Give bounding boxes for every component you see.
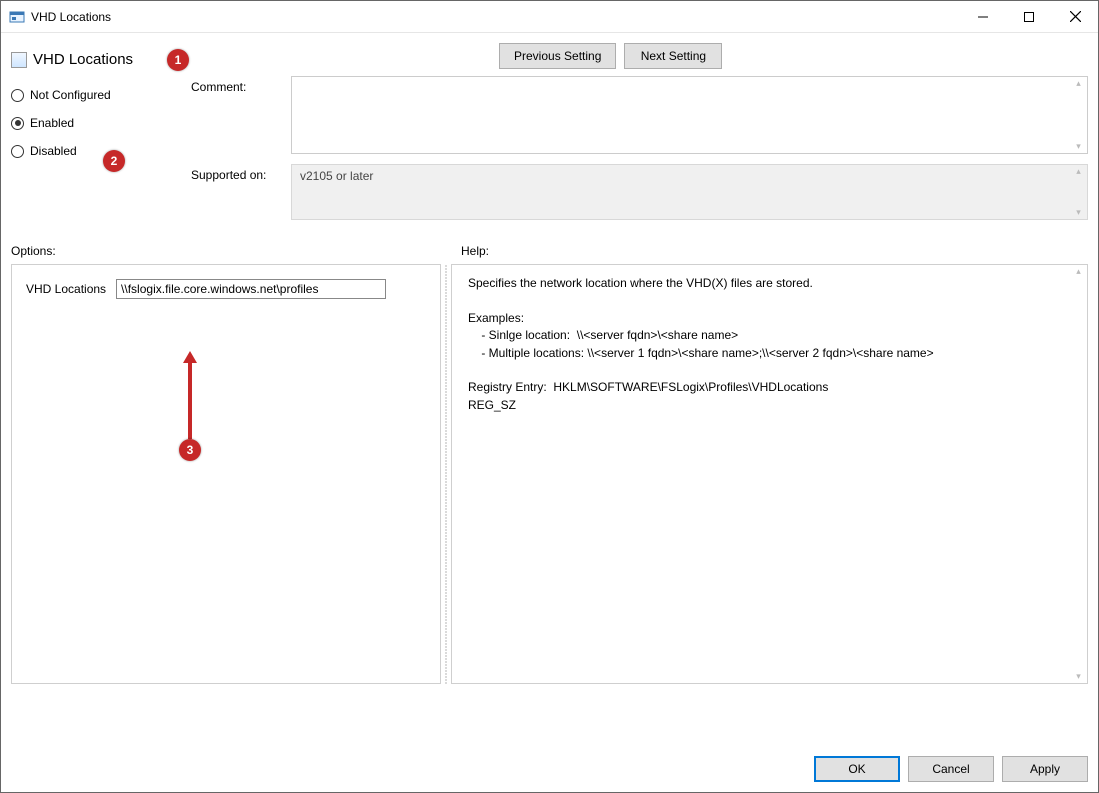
minimize-button[interactable] <box>960 1 1006 32</box>
help-text: Specifies the network location where the… <box>452 265 1087 424</box>
callout-arrow-head <box>183 351 197 363</box>
radio-not-configured[interactable]: Not Configured <box>11 88 171 102</box>
callout-badge-2: 2 <box>103 150 125 172</box>
radio-icon <box>11 145 24 158</box>
vhd-locations-input[interactable] <box>116 279 386 299</box>
vhd-locations-option-row: VHD Locations <box>26 279 426 299</box>
panel-labels: Options: Help: <box>1 240 1098 264</box>
nav-buttons: Previous Setting Next Setting <box>499 43 722 69</box>
policy-icon <box>11 52 27 68</box>
scroll-up-icon: ▴ <box>1070 267 1087 276</box>
titlebar: VHD Locations <box>1 1 1098 33</box>
top-section: VHD Locations Previous Setting Next Sett… <box>1 33 1098 76</box>
app-icon <box>9 9 25 25</box>
radio-label: Not Configured <box>30 88 111 102</box>
scroll-down-icon: ▾ <box>1070 142 1087 151</box>
gpo-editor-window: VHD Locations VHD Locations Previous Set… <box>0 0 1099 793</box>
pane-splitter[interactable] <box>443 264 449 684</box>
radio-disabled[interactable]: Disabled <box>11 144 171 158</box>
next-setting-button[interactable]: Next Setting <box>624 43 722 69</box>
split-area: VHD Locations Specifies the network loca… <box>11 264 1088 684</box>
state-radio-group: Not Configured Enabled Disabled <box>11 76 171 230</box>
callout-arrow-line <box>188 363 192 439</box>
supported-row: Supported on: v2105 or later ▴▾ <box>191 164 1088 220</box>
scrollbar: ▴▾ <box>1070 165 1087 219</box>
apply-button[interactable]: Apply <box>1002 756 1088 782</box>
comment-label: Comment: <box>191 76 291 154</box>
scroll-up-icon: ▴ <box>1070 167 1087 176</box>
window-title: VHD Locations <box>31 10 111 24</box>
scroll-down-icon: ▾ <box>1070 208 1087 217</box>
previous-setting-button[interactable]: Previous Setting <box>499 43 616 69</box>
fields-column: Comment: ▴▾ Supported on: v2105 or later… <box>191 76 1088 230</box>
radio-icon <box>11 89 24 102</box>
supported-on-box: v2105 or later ▴▾ <box>291 164 1088 220</box>
scrollbar[interactable]: ▴▾ <box>1070 77 1087 153</box>
help-label: Help: <box>445 244 1088 258</box>
config-area: Not Configured Enabled Disabled Comment:… <box>1 76 1098 240</box>
maximize-button[interactable] <box>1006 1 1052 32</box>
scrollbar[interactable]: ▴▾ <box>1070 265 1087 683</box>
help-pane: Specifies the network location where the… <box>451 264 1088 684</box>
radio-label: Disabled <box>30 144 77 158</box>
close-button[interactable] <box>1052 1 1098 32</box>
vhd-locations-option-label: VHD Locations <box>26 282 106 296</box>
supported-label: Supported on: <box>191 164 291 220</box>
radio-label: Enabled <box>30 116 74 130</box>
ok-button[interactable]: OK <box>814 756 900 782</box>
options-label: Options: <box>11 244 445 258</box>
options-pane: VHD Locations <box>11 264 441 684</box>
callout-badge-3: 3 <box>179 439 201 461</box>
comment-textarea[interactable]: ▴▾ <box>291 76 1088 154</box>
radio-enabled[interactable]: Enabled <box>11 116 171 130</box>
setting-title: VHD Locations <box>33 51 133 68</box>
callout-badge-1: 1 <box>167 49 189 71</box>
supported-value: v2105 or later <box>300 169 373 183</box>
radio-icon <box>11 117 24 130</box>
scroll-down-icon: ▾ <box>1070 672 1087 681</box>
scroll-up-icon: ▴ <box>1070 79 1087 88</box>
dialog-button-bar: OK Cancel Apply <box>1 750 1098 792</box>
window-controls <box>960 1 1098 32</box>
comment-row: Comment: ▴▾ <box>191 76 1088 154</box>
cancel-button[interactable]: Cancel <box>908 756 994 782</box>
